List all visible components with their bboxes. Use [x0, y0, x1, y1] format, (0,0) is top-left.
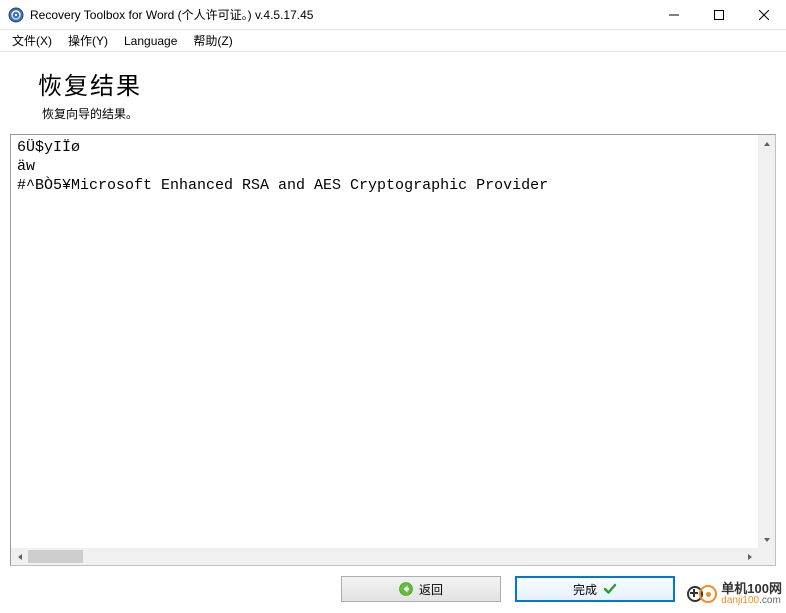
back-arrow-icon	[399, 582, 413, 596]
vertical-scrollbar[interactable]	[758, 135, 775, 548]
scroll-corner	[758, 548, 775, 565]
menu-help[interactable]: 帮助(Z)	[185, 30, 240, 51]
maximize-button[interactable]	[696, 0, 741, 30]
hscroll-track[interactable]	[28, 548, 741, 565]
footer: 返回 完成	[0, 565, 786, 613]
results-panel: 6Ü$yIÏø äw #^BÒ5¥Microsoft Enhanced RSA …	[10, 134, 776, 566]
page-title: 恢复结果	[38, 66, 776, 101]
menu-language[interactable]: Language	[116, 32, 185, 50]
window-title: Recovery Toolbox for Word (个人许可证。) v.4.5…	[30, 6, 313, 23]
minimize-button[interactable]	[651, 0, 696, 30]
scroll-right-icon[interactable]	[741, 548, 758, 565]
horizontal-scrollbar[interactable]	[11, 548, 758, 565]
menu-file[interactable]: 文件(X)	[4, 30, 60, 51]
finish-button-label: 完成	[573, 581, 597, 598]
page-subtitle: 恢复向导的结果。	[38, 105, 776, 122]
recovered-text[interactable]: 6Ü$yIÏø äw #^BÒ5¥Microsoft Enhanced RSA …	[11, 135, 758, 548]
titlebar: Recovery Toolbox for Word (个人许可证。) v.4.5…	[0, 0, 786, 30]
checkmark-icon	[603, 582, 617, 596]
menu-action[interactable]: 操作(Y)	[60, 30, 116, 51]
back-button-label: 返回	[419, 581, 443, 598]
page-header: 恢复结果 恢复向导的结果。	[0, 52, 786, 132]
scroll-left-icon[interactable]	[11, 548, 28, 565]
close-button[interactable]	[741, 0, 786, 30]
finish-button[interactable]: 完成	[515, 576, 675, 602]
scroll-down-icon[interactable]	[758, 531, 775, 548]
scroll-up-icon[interactable]	[758, 135, 775, 152]
window-controls	[651, 0, 786, 29]
vscroll-track[interactable]	[758, 152, 775, 531]
menubar: 文件(X) 操作(Y) Language 帮助(Z)	[0, 30, 786, 52]
app-icon	[8, 7, 24, 23]
back-button[interactable]: 返回	[341, 576, 501, 602]
hscroll-thumb[interactable]	[28, 550, 83, 563]
